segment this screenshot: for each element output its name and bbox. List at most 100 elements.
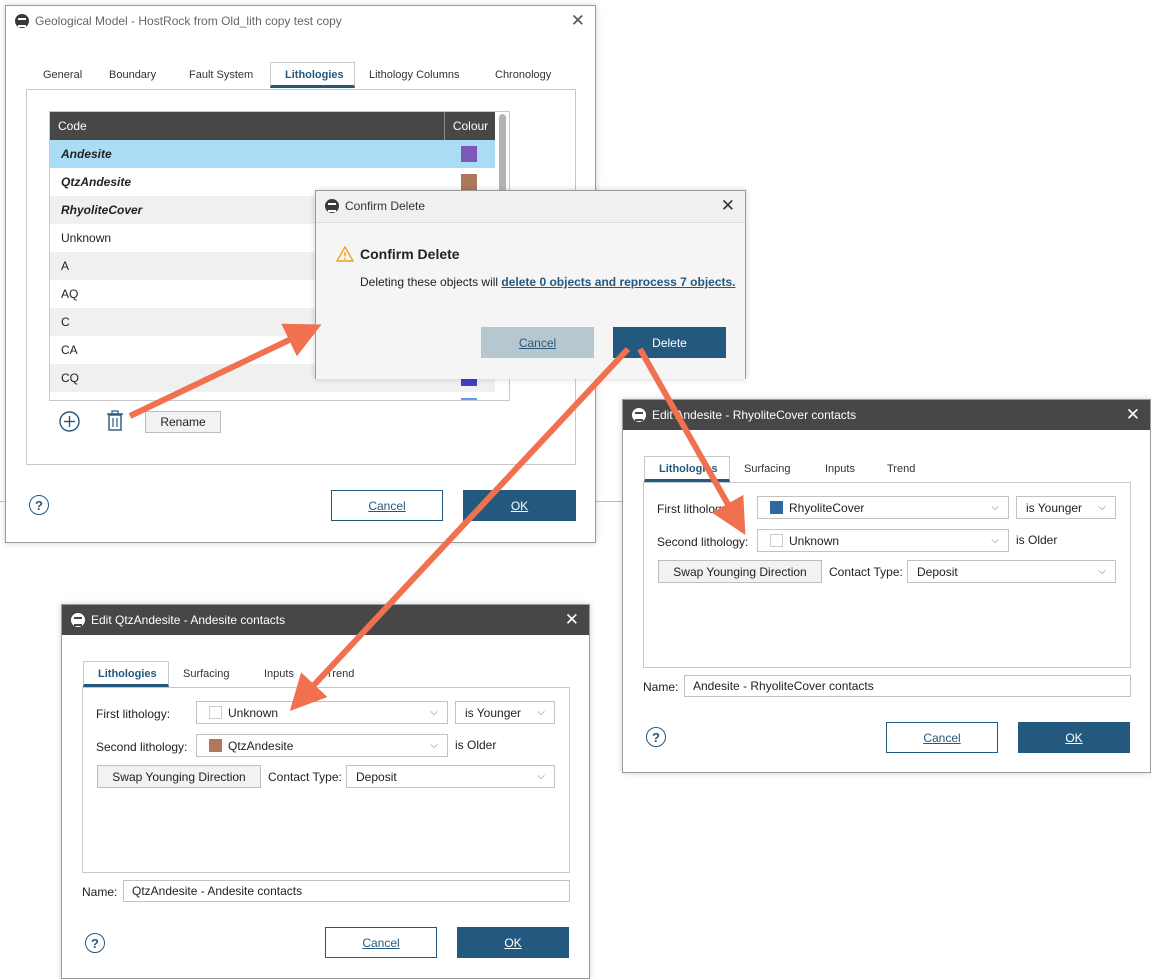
swap-younging-direction-button[interactable]: Swap Younging Direction [658,560,822,583]
first-lithology-label: First lithology: [96,707,171,721]
app-logo-icon [15,14,29,28]
first-lithology-swatch [209,706,222,719]
help-icon[interactable]: ? [85,933,105,953]
name-label: Name: [643,680,679,694]
second-lithology-value: Unknown [789,533,840,548]
close-icon[interactable]: ✕ [571,12,585,29]
colour-swatch[interactable] [461,398,477,400]
tab-inputs[interactable]: Inputs [250,661,312,687]
tab-lithologies[interactable]: Lithologies [644,456,730,482]
contact-type-label: Contact Type: [268,770,342,784]
tab-general[interactable]: General [29,62,95,88]
geo-title: Geological Model - HostRock from Old_lit… [35,14,342,28]
ok-button[interactable]: OK [1018,722,1130,753]
lithology-name: Andesite [61,147,112,161]
delete-button[interactable]: Delete [613,327,726,358]
first-relation-select[interactable]: is Younger ⌵ [455,701,555,724]
app-logo-icon [325,199,339,213]
geo-titlebar: Geological Model - HostRock from Old_lit… [6,6,595,36]
confirm-message-text: Deleting these objects will [360,275,499,289]
tab-fault-system[interactable]: Fault System [175,62,270,88]
close-icon[interactable]: ✕ [565,611,579,628]
second-lithology-value: QtzAndesite [228,738,294,753]
second-lithology-swatch [770,534,783,547]
first-lithology-select[interactable]: Unknown ⌵ [196,701,448,724]
warning-icon [335,245,355,265]
swap-younging-direction-button[interactable]: Swap Younging Direction [97,765,261,788]
close-icon[interactable]: ✕ [1126,406,1140,423]
edit-andesite-rhyolitecover-window: Edit Andesite - RhyoliteCover contacts ✕… [622,399,1151,773]
app-logo-icon [632,408,646,422]
column-header-code[interactable]: Code [58,119,87,133]
first-lithology-select[interactable]: RhyoliteCover ⌵ [757,496,1009,519]
lithology-name: AQ [61,287,79,301]
table-row[interactable] [50,392,495,400]
table-row[interactable]: Andesite [50,140,495,168]
tab-lithology-columns[interactable]: Lithology Columns [355,62,481,88]
ok-button[interactable]: OK [463,490,576,521]
confirm-message: Deleting these objects will delete 0 obj… [360,275,736,289]
edit-qtzandesite-andesite-window: Edit QtzAndesite - Andesite contacts ✕ L… [61,604,590,979]
name-input[interactable]: Andesite - RhyoliteCover contacts [684,675,1131,697]
confirm-details-link[interactable]: delete 0 objects and reprocess 7 objects… [501,275,735,289]
ok-button[interactable]: OK [457,927,569,958]
app-logo-icon [71,613,85,627]
name-input[interactable]: QtzAndesite - Andesite contacts [123,880,570,902]
first-relation-value: is Younger [1026,500,1083,515]
contact-type-select[interactable]: Deposit ⌵ [346,765,555,788]
chevron-down-icon: ⌵ [1098,566,1106,577]
colour-swatch[interactable] [461,146,477,162]
cancel-button[interactable]: Cancel [886,722,998,753]
cancel-button[interactable]: Cancel [481,327,594,358]
cancel-button[interactable]: Cancel [325,927,437,958]
lithology-name: QtzAndesite [61,175,132,189]
chevron-down-icon: ⌵ [1098,502,1106,513]
edit-right-tabs: Lithologies Surfacing Inputs Trend [644,456,931,482]
edit-left-title: Edit QtzAndesite - Andesite contacts [91,613,286,627]
chevron-down-icon: ⌵ [430,740,438,751]
edit-left-titlebar: Edit QtzAndesite - Andesite contacts ✕ [62,605,589,635]
lithology-name: CA [61,343,78,357]
lithology-name: Unknown [61,231,112,245]
column-header-colour[interactable]: Colour [444,112,496,140]
tab-surfacing[interactable]: Surfacing [169,661,250,687]
help-icon[interactable]: ? [646,727,666,747]
tab-lithologies[interactable]: Lithologies [83,661,169,687]
edit-left-tabs: Lithologies Surfacing Inputs Trend [83,661,370,687]
edit-right-titlebar: Edit Andesite - RhyoliteCover contacts ✕ [623,400,1150,430]
colour-swatch[interactable] [461,174,477,190]
contact-type-label: Contact Type: [829,565,903,579]
first-relation-select[interactable]: is Younger ⌵ [1016,496,1116,519]
tab-trend[interactable]: Trend [873,456,931,482]
second-lithology-select[interactable]: QtzAndesite ⌵ [196,734,448,757]
name-label: Name: [82,885,118,899]
second-lithology-select[interactable]: Unknown ⌵ [757,529,1009,552]
contact-type-select[interactable]: Deposit ⌵ [907,560,1116,583]
geo-tabs: General Boundary Fault System Lithologie… [29,62,569,89]
second-lithology-swatch [209,739,222,752]
tab-surfacing[interactable]: Surfacing [730,456,811,482]
confirm-heading: Confirm Delete [360,246,460,262]
cancel-button[interactable]: Cancel [331,490,443,521]
help-icon[interactable]: ? [29,495,49,515]
first-lithology-swatch [770,501,783,514]
lithology-name: A [61,259,70,273]
second-relation-text: is Older [455,738,497,752]
add-icon[interactable] [59,411,80,432]
tab-inputs[interactable]: Inputs [811,456,873,482]
tab-lithologies[interactable]: Lithologies [270,62,355,88]
second-lithology-label: Second lithology: [657,535,749,549]
tab-trend[interactable]: Trend [312,661,370,687]
delete-trash-icon[interactable] [105,410,125,432]
second-relation-text: is Older [1016,533,1058,547]
chevron-down-icon: ⌵ [537,707,545,718]
confirm-delete-dialog: Confirm Delete ✕ Confirm Delete Deleting… [315,190,746,379]
tab-boundary[interactable]: Boundary [95,62,175,88]
close-icon[interactable]: ✕ [721,197,735,214]
second-lithology-label: Second lithology: [96,740,188,754]
tab-chronology[interactable]: Chronology [481,62,569,88]
table-header: Code Colour [50,112,495,140]
rename-button[interactable]: Rename [145,411,221,433]
contact-type-value: Deposit [356,769,397,784]
chevron-down-icon: ⌵ [991,535,999,546]
